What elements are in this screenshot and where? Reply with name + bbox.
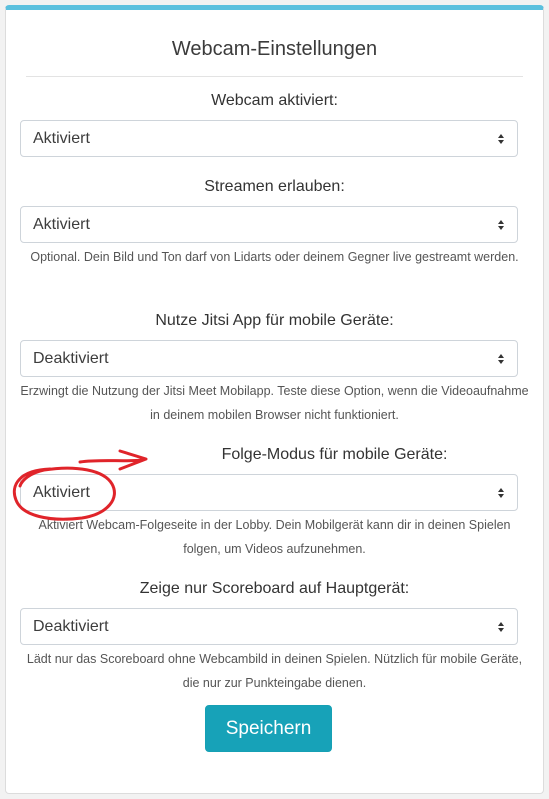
select-value: Aktiviert <box>33 216 90 233</box>
save-button[interactable]: Speichern <box>205 705 332 752</box>
scoreboard-only-select[interactable]: Deaktiviert <box>20 608 518 645</box>
select-arrows-icon <box>498 622 504 632</box>
jitsi-app-help: Erzwingt die Nutzung der Jitsi Meet Mobi… <box>20 384 529 422</box>
webcam-enabled-label: Webcam aktiviert: <box>211 92 338 109</box>
webcam-enabled-select[interactable]: Aktiviert <box>20 120 518 157</box>
select-arrows-icon <box>498 220 504 230</box>
select-value: Aktiviert <box>33 130 90 147</box>
divider <box>26 76 523 77</box>
page-title: Webcam-Einstellungen <box>171 38 378 60</box>
follow-mode-label: Folge-Modus für mobile Geräte: <box>221 446 448 463</box>
scoreboard-only-label: Zeige nur Scoreboard auf Hauptgerät: <box>139 580 410 597</box>
scoreboard-only-help: Lädt nur das Scoreboard ohne Webcambild … <box>26 652 523 690</box>
jitsi-app-label: Nutze Jitsi App für mobile Geräte: <box>155 312 394 329</box>
allow-streaming-help: Optional. Dein Bild und Ton darf von Lid… <box>30 250 519 264</box>
select-value: Aktiviert <box>33 484 90 501</box>
follow-mode-select[interactable]: Aktiviert <box>20 474 518 511</box>
select-arrows-icon <box>498 354 504 364</box>
select-arrows-icon <box>498 134 504 144</box>
select-value: Deaktiviert <box>33 618 109 635</box>
follow-mode-help: Aktiviert Webcam-Folgeseite in der Lobby… <box>38 518 511 556</box>
select-value: Deaktiviert <box>33 350 109 367</box>
select-arrows-icon <box>498 488 504 498</box>
allow-streaming-select[interactable]: Aktiviert <box>20 206 518 243</box>
allow-streaming-label: Streamen erlauben: <box>204 178 345 195</box>
jitsi-app-select[interactable]: Deaktiviert <box>20 340 518 377</box>
